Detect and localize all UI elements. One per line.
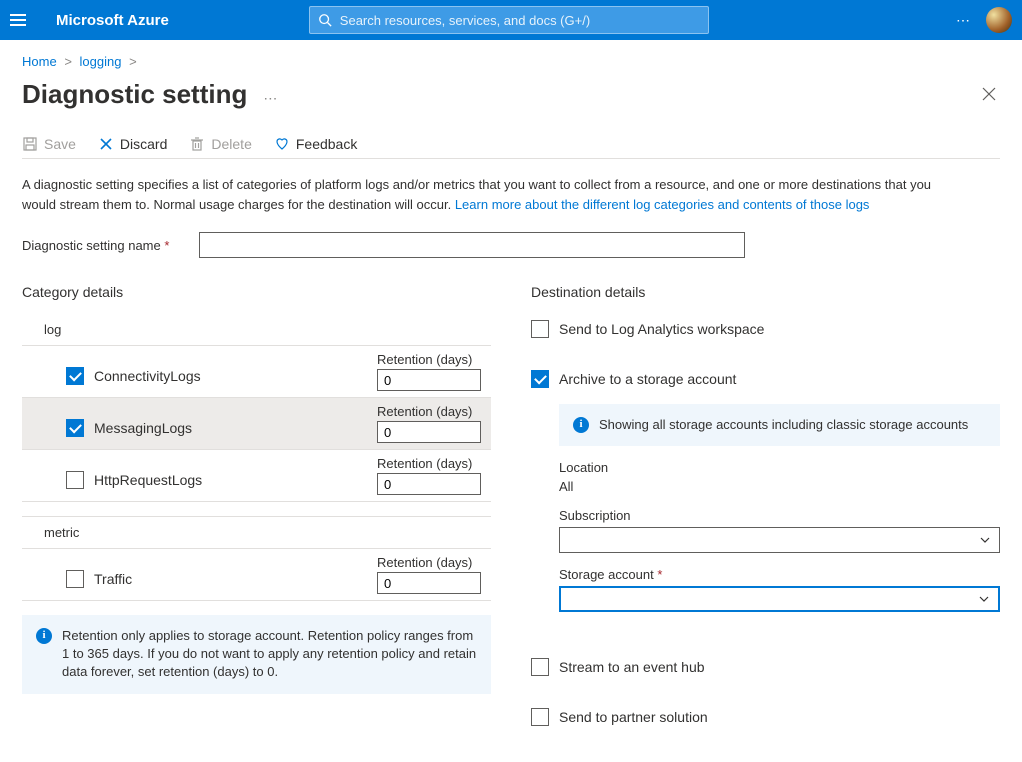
subscription-label: Subscription — [559, 508, 1000, 523]
azure-topbar: Microsoft Azure Search resources, servic… — [0, 0, 1022, 40]
description-learn-more-link[interactable]: Learn more about the different log categ… — [455, 197, 870, 212]
log-group-label: log — [22, 314, 491, 346]
metric-label: Traffic — [94, 571, 132, 587]
discard-label: Discard — [120, 136, 167, 152]
stream-event-hub-label: Stream to an event hub — [559, 659, 705, 675]
log-row: HttpRequestLogs Retention (days) — [22, 450, 491, 502]
discard-button[interactable]: Discard — [98, 136, 167, 152]
breadcrumb-item-home[interactable]: Home — [22, 54, 57, 69]
subscription-select[interactable] — [559, 527, 1000, 553]
chevron-down-icon — [978, 593, 990, 605]
save-icon — [22, 136, 38, 152]
send-partner-checkbox[interactable] — [531, 708, 549, 726]
retention-input[interactable] — [377, 421, 481, 443]
retention-input[interactable] — [377, 473, 481, 495]
location-label: Location — [559, 460, 1000, 475]
archive-storage-checkbox[interactable] — [531, 370, 549, 388]
retention-label: Retention (days) — [377, 352, 472, 367]
storage-account-select[interactable] — [559, 586, 1000, 612]
storage-info-text: Showing all storage accounts including c… — [599, 416, 968, 434]
close-blade-button[interactable] — [978, 82, 1000, 108]
log-row: MessagingLogs Retention (days) — [22, 398, 491, 450]
search-icon — [318, 13, 332, 27]
log-checkbox[interactable] — [66, 471, 84, 489]
log-label: HttpRequestLogs — [94, 472, 202, 488]
delete-button[interactable]: Delete — [189, 136, 251, 152]
search-placeholder: Search resources, services, and docs (G+… — [340, 13, 590, 28]
topbar-overflow-icon[interactable]: ⋯ — [956, 12, 972, 29]
send-log-analytics-label: Send to Log Analytics workspace — [559, 321, 764, 337]
log-label: MessagingLogs — [94, 420, 192, 436]
save-label: Save — [44, 136, 76, 152]
retention-label: Retention (days) — [377, 404, 472, 419]
command-toolbar: Save Discard Delete Feedback — [22, 130, 1000, 159]
metric-checkbox[interactable] — [66, 570, 84, 588]
retention-info-box: i Retention only applies to storage acco… — [22, 615, 491, 694]
breadcrumb: Home > logging > — [22, 54, 1000, 69]
page-title-more-icon[interactable]: ⋯ — [263, 90, 279, 107]
description-text: A diagnostic setting specifies a list of… — [22, 175, 962, 214]
diagnostic-name-input[interactable] — [199, 232, 745, 258]
category-details-section: Category details log ConnectivityLogs Ret… — [22, 284, 491, 694]
brand-label[interactable]: Microsoft Azure — [56, 12, 169, 29]
menu-hamburger-icon[interactable] — [10, 14, 38, 26]
breadcrumb-item-logging[interactable]: logging — [80, 54, 122, 69]
archive-storage-label: Archive to a storage account — [559, 371, 736, 387]
retention-label: Retention (days) — [377, 555, 472, 570]
stream-event-hub-checkbox[interactable] — [531, 658, 549, 676]
metric-group-label: metric — [22, 516, 491, 549]
retention-label: Retention (days) — [377, 456, 472, 471]
log-label: ConnectivityLogs — [94, 368, 201, 384]
category-details-heading: Category details — [22, 284, 491, 300]
diagnostic-name-label: Diagnostic setting name * — [22, 238, 169, 253]
destination-details-section: Destination details Send to Log Analytic… — [531, 284, 1000, 732]
location-value: All — [559, 479, 1000, 494]
close-icon — [982, 87, 996, 101]
storage-account-label: Storage account * — [559, 567, 1000, 582]
save-button[interactable]: Save — [22, 136, 76, 152]
info-icon: i — [36, 628, 52, 644]
global-search-input[interactable]: Search resources, services, and docs (G+… — [309, 6, 709, 34]
chevron-right-icon: > — [64, 54, 72, 69]
log-checkbox[interactable] — [66, 419, 84, 437]
retention-input[interactable] — [377, 369, 481, 391]
storage-info-box: i Showing all storage accounts including… — [559, 404, 1000, 446]
user-avatar[interactable] — [986, 7, 1012, 33]
feedback-label: Feedback — [296, 136, 357, 152]
chevron-down-icon — [979, 534, 991, 546]
chevron-right-icon: > — [129, 54, 137, 69]
log-row: ConnectivityLogs Retention (days) — [22, 346, 491, 398]
retention-input[interactable] — [377, 572, 481, 594]
discard-icon — [98, 136, 114, 152]
metric-row: Traffic Retention (days) — [22, 549, 491, 601]
delete-label: Delete — [211, 136, 251, 152]
info-icon: i — [573, 417, 589, 433]
heart-icon — [274, 136, 290, 152]
retention-info-text: Retention only applies to storage accoun… — [62, 627, 477, 682]
feedback-button[interactable]: Feedback — [274, 136, 357, 152]
send-partner-label: Send to partner solution — [559, 709, 708, 725]
page-title: Diagnostic setting — [22, 79, 247, 110]
send-log-analytics-checkbox[interactable] — [531, 320, 549, 338]
destination-details-heading: Destination details — [531, 284, 1000, 300]
delete-icon — [189, 136, 205, 152]
log-checkbox[interactable] — [66, 367, 84, 385]
